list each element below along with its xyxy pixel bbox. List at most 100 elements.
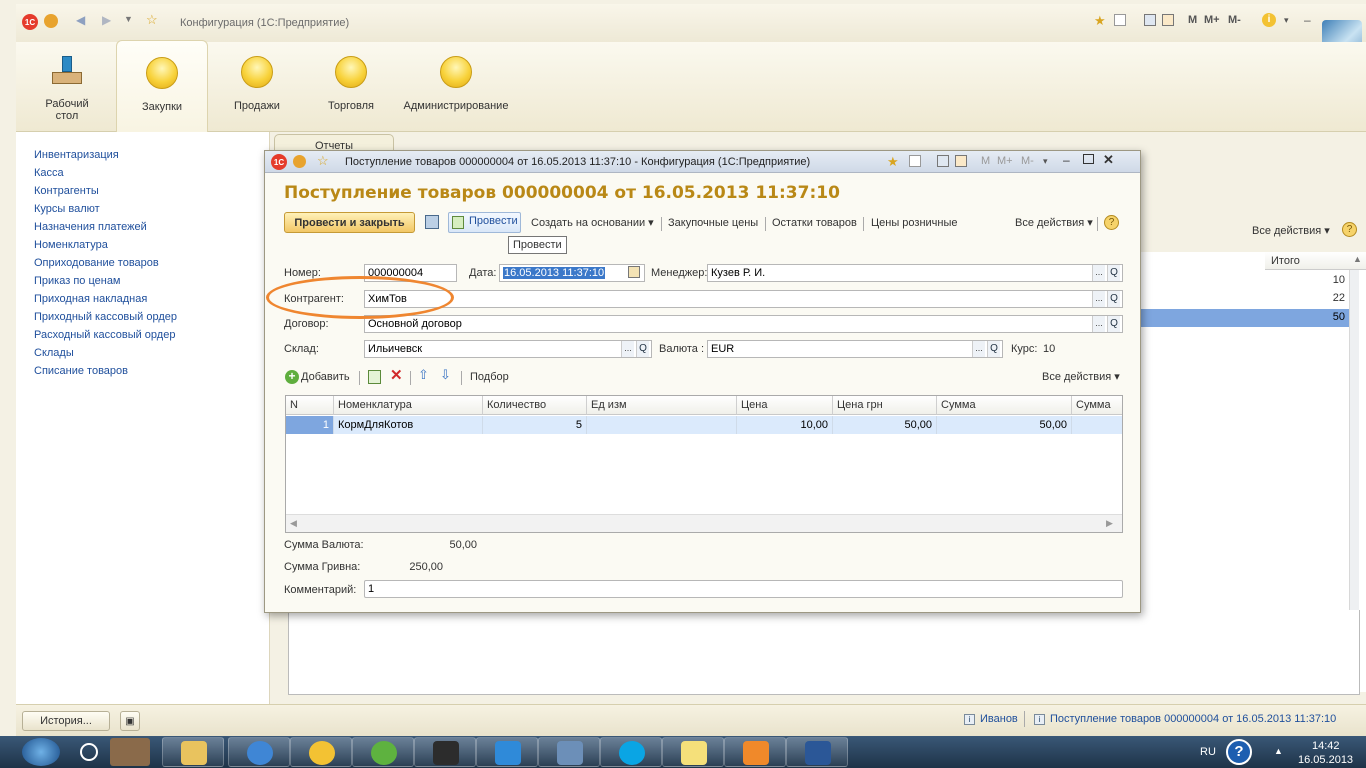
- bg-help-icon[interactable]: ?: [1342, 222, 1357, 237]
- nav-item[interactable]: Курсы валют: [16, 200, 269, 218]
- stock-balance-button[interactable]: Остатки товаров: [772, 214, 857, 232]
- help-icon[interactable]: ?: [1226, 739, 1252, 765]
- open-icon[interactable]: Q: [1107, 316, 1120, 332]
- vlc-button[interactable]: [724, 737, 786, 767]
- video-button[interactable]: [476, 737, 538, 767]
- column-header[interactable]: Номенклатура: [334, 396, 483, 415]
- diagram-button[interactable]: [662, 737, 724, 767]
- contract-field[interactable]: Основной договор ... Q: [364, 315, 1123, 333]
- media-button[interactable]: [414, 737, 476, 767]
- column-header[interactable]: Ед изм: [587, 396, 737, 415]
- info-dropdown-icon[interactable]: ▾: [1284, 15, 1289, 26]
- date-field[interactable]: 16.05.2013 11:37:10: [499, 264, 645, 282]
- back-arrow-icon[interactable]: ◀: [76, 13, 85, 27]
- nav-item[interactable]: Оприходование товаров: [16, 254, 269, 272]
- move-up-icon[interactable]: ⇧: [418, 367, 429, 383]
- cell-sum[interactable]: 50,00: [937, 416, 1072, 434]
- 1c-button[interactable]: [290, 737, 352, 767]
- nav-item[interactable]: Расходный кассовый ордер: [16, 326, 269, 344]
- favorites-star-icon[interactable]: ☆: [146, 12, 158, 28]
- add-button[interactable]: Добавить: [301, 368, 350, 386]
- nav-item[interactable]: Списание товаров: [16, 362, 269, 380]
- calculator-icon[interactable]: [1144, 14, 1156, 26]
- logo-1c-icon[interactable]: 1C: [22, 14, 38, 30]
- pick-button[interactable]: Подбор: [470, 368, 509, 386]
- tray-expand-icon[interactable]: ▲: [1274, 746, 1283, 756]
- windows-icon[interactable]: ▣: [120, 711, 140, 731]
- star-icon[interactable]: ★: [887, 154, 899, 170]
- select-button[interactable]: ...: [972, 341, 985, 357]
- dropdown-icon[interactable]: ▾: [1043, 156, 1048, 167]
- scroll-left-icon[interactable]: ◀: [290, 518, 297, 529]
- info-icon[interactable]: i: [1262, 13, 1276, 27]
- post-button[interactable]: Провести: [448, 212, 521, 233]
- manager-field[interactable]: Кузев Р. И. ... Q: [707, 264, 1123, 282]
- retail-prices-button[interactable]: Цены розничные: [871, 214, 958, 232]
- cell-price[interactable]: 10,00: [737, 416, 833, 434]
- open-icon[interactable]: Q: [987, 341, 1000, 357]
- start-button[interactable]: [22, 738, 60, 766]
- m-minus-button[interactable]: M-: [1228, 14, 1241, 26]
- explorer-button[interactable]: [162, 737, 224, 767]
- bookmark-icon[interactable]: [909, 155, 921, 167]
- nav-item[interactable]: Приказ по ценам: [16, 272, 269, 290]
- m-button[interactable]: M: [981, 155, 990, 167]
- horizontal-scrollbar[interactable]: ◀ ▶: [286, 514, 1122, 532]
- column-header[interactable]: Количество: [483, 396, 587, 415]
- calendar-icon[interactable]: [1162, 14, 1174, 26]
- open-icon[interactable]: Q: [1107, 265, 1120, 281]
- close-icon[interactable]: ✕: [1103, 152, 1114, 168]
- cell-sum-uah[interactable]: [1072, 416, 1122, 434]
- calendar-icon[interactable]: [955, 155, 967, 167]
- forward-arrow-icon[interactable]: ▶: [102, 13, 111, 27]
- section-desktop[interactable]: Рабочий стол: [22, 42, 112, 122]
- m-plus-button[interactable]: M+: [997, 155, 1013, 167]
- section-admin[interactable]: Администрирование: [396, 42, 516, 112]
- status-user[interactable]: Иванов: [980, 713, 1018, 725]
- scroll-right-icon[interactable]: ▶: [1106, 518, 1113, 529]
- history-dropdown-icon[interactable]: ▼: [124, 14, 133, 24]
- create-based-on-button[interactable]: Создать на основании ▾: [531, 214, 654, 232]
- comment-field[interactable]: 1: [364, 580, 1123, 598]
- favorites-star-icon[interactable]: ☆: [317, 153, 329, 169]
- scroll-up-icon[interactable]: ▲: [1353, 254, 1362, 264]
- nav-item[interactable]: Приходный кассовый ордер: [16, 308, 269, 326]
- cell-price-uah[interactable]: 50,00: [833, 416, 937, 434]
- move-down-icon[interactable]: ⇩: [440, 367, 451, 383]
- open-icon[interactable]: Q: [636, 341, 649, 357]
- cell-qty[interactable]: 5: [483, 416, 587, 434]
- app-icon[interactable]: [80, 743, 98, 761]
- save-icon[interactable]: [425, 215, 439, 229]
- chrome-button[interactable]: [352, 737, 414, 767]
- select-button[interactable]: ...: [1092, 316, 1105, 332]
- star-icon[interactable]: ★: [1094, 13, 1106, 29]
- copy-icon[interactable]: [368, 370, 381, 384]
- word-button[interactable]: [786, 737, 848, 767]
- minimize-icon[interactable]: –: [1304, 13, 1311, 27]
- nav-item[interactable]: Касса: [16, 164, 269, 182]
- section-purchases[interactable]: Закупки: [116, 40, 208, 132]
- bookmark-icon[interactable]: [1114, 14, 1126, 26]
- status-doc-link[interactable]: Поступление товаров 000000004 от 16.05.2…: [1050, 713, 1336, 725]
- section-trade[interactable]: Торговля: [306, 42, 396, 112]
- calendar-icon[interactable]: [628, 266, 640, 278]
- open-icon[interactable]: Q: [1107, 291, 1120, 307]
- add-icon[interactable]: +: [285, 370, 299, 384]
- column-header[interactable]: Цена грн: [833, 396, 937, 415]
- maximize-icon[interactable]: [1083, 154, 1094, 164]
- clock-time[interactable]: 14:42: [1312, 740, 1340, 752]
- calculator-icon[interactable]: [937, 155, 949, 167]
- select-button[interactable]: ...: [1092, 291, 1105, 307]
- m-button[interactable]: M: [1188, 14, 1197, 26]
- delete-icon[interactable]: ✕: [390, 366, 403, 384]
- browser-button[interactable]: [228, 737, 290, 767]
- column-header[interactable]: Цена: [737, 396, 833, 415]
- select-button[interactable]: ...: [1092, 265, 1105, 281]
- table-all-actions-button[interactable]: Все действия ▾: [1042, 368, 1120, 386]
- bg-all-actions-button[interactable]: Все действия ▾: [1252, 224, 1330, 237]
- logo-1c-icon[interactable]: 1C: [271, 154, 287, 170]
- game-icon[interactable]: [110, 738, 150, 766]
- currency-field[interactable]: EUR ... Q: [707, 340, 1003, 358]
- menu-circle-icon[interactable]: [293, 155, 306, 168]
- all-actions-button[interactable]: Все действия ▾: [1015, 214, 1093, 232]
